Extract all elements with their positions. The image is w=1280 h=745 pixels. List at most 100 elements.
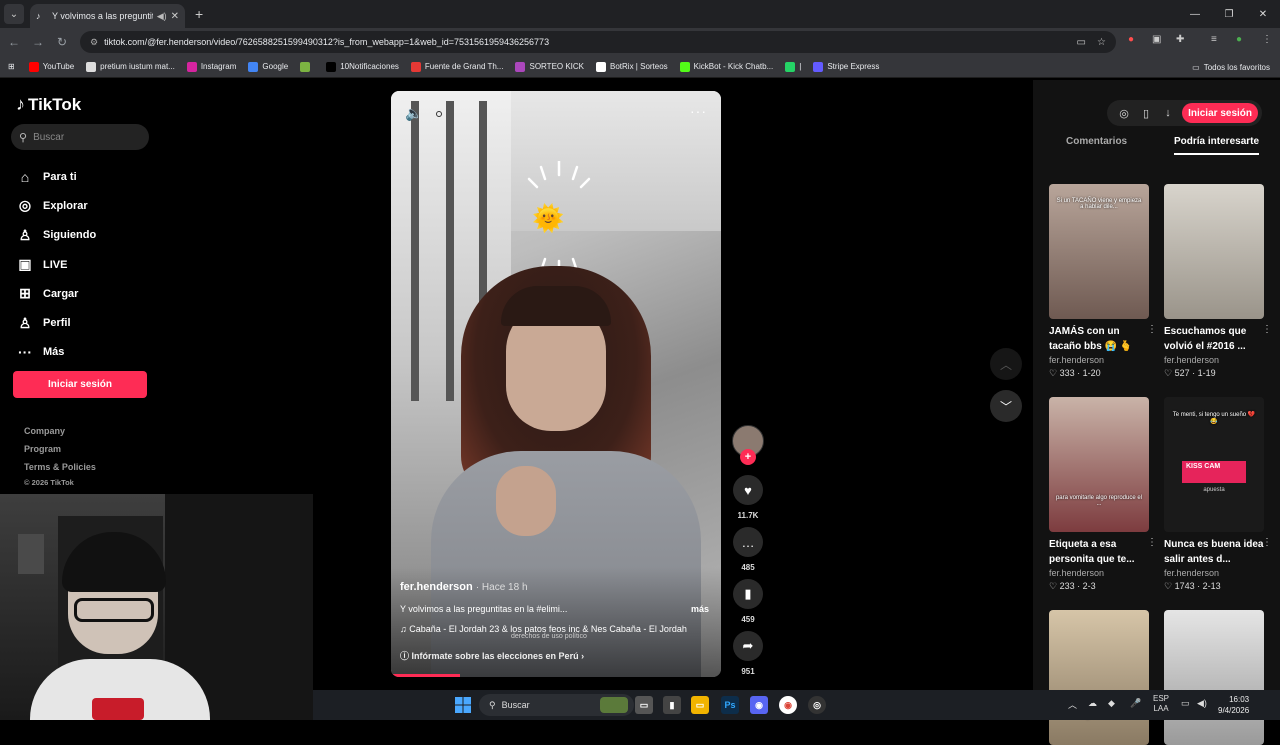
reload-button[interactable]: ↻ [50,35,74,49]
video-thumbnail[interactable]: Si un TACAÑO viene y empieza a hablar di… [1049,184,1149,319]
reading-list-icon[interactable]: ≡ [1211,34,1217,45]
url-bar[interactable]: ⚙ tiktok.com/@fer.henderson/video/762658… [80,31,1116,53]
windows-start-icon[interactable] [455,697,471,713]
forward-button[interactable]: → [26,35,50,49]
bookmark-item[interactable]: BotRix | Sorteos [596,61,668,72]
sidebar-item-siguiendo[interactable]: ♙ Siguiendo [16,221,96,250]
card-more-icon[interactable]: ⋮ [1262,537,1272,548]
tiktok-logo[interactable]: ♪ TikTok [16,94,81,115]
video-player[interactable]: 🌞 🔈 ··· fer.henderson · Hace 18 h Y volv… [391,91,721,677]
bookmark-item[interactable]: YouTube [28,61,74,72]
video-thumbnail[interactable] [1164,184,1264,319]
card-title[interactable]: Etiqueta a esa personita que te... [1049,537,1151,568]
coin-icon[interactable]: ◎ [1113,107,1135,120]
chrome-icon[interactable]: ◉ [779,696,797,714]
video-card[interactable]: Escuchamos que volvió el #2016 ... fer.he… [1164,184,1272,379]
footer-program-link[interactable]: Program [24,444,96,462]
tab-comments[interactable]: Comentarios [1066,136,1127,147]
bookmark-item[interactable]: 10Notificaciones [326,61,399,72]
card-author[interactable]: fer.henderson [1164,568,1266,578]
tray-overflow-icon[interactable]: ︿ [1068,698,1077,711]
restore-button[interactable]: ❐ [1212,0,1246,28]
bookmark-item[interactable]: | [785,61,801,72]
puzzle-extensions-icon[interactable]: ✚ [1176,34,1184,45]
video-thumbnail[interactable]: Yo en pleno partido reyendome... [1049,610,1149,745]
card-title[interactable]: Nunca es buena idea salir antes d... [1164,537,1266,568]
close-window-button[interactable]: ✕ [1246,0,1280,28]
site-info-icon[interactable]: ⚙ [90,37,98,48]
bookmark-item[interactable] [300,61,314,72]
volume-tray-icon[interactable]: ◀) [1197,698,1207,709]
video-card[interactable]: Si un TACAÑO viene y empieza a hablar di… [1049,184,1157,379]
browser-tab[interactable]: ♪ Y volvimos a las preguntitas en la #el… [30,4,185,28]
card-title[interactable]: Escuchamos que volvió el #2016 ... [1164,324,1266,355]
video-card[interactable]: Te menti, si tengo un sueño 💔😂 KISS CAM ap… [1164,397,1272,592]
card-title[interactable]: JAMÁS con un tacaño bbs 😭 🫰 [1049,324,1151,355]
bookmark-item[interactable]: Fuente de Grand Th... [410,61,503,72]
card-author[interactable]: fer.henderson [1049,355,1151,365]
card-more-icon[interactable]: ⋮ [1262,324,1272,335]
sidebar-item-más[interactable]: ··· Más [16,338,96,367]
apps-icon[interactable]: ⊞ [8,62,15,71]
video-card[interactable]: para vomitarle algo reproduce el ... Etiq… [1049,397,1157,592]
footer-company-link[interactable]: Company [24,426,96,444]
sidebar-item-perfil[interactable]: ♙ Perfil [16,308,96,337]
speaker-icon[interactable]: ◀) [157,11,167,22]
video-thumbnail[interactable]: Te menti, si tengo un sueño 💔😂 KISS CAM ap… [1164,397,1264,532]
bookmark-item[interactable]: SORTEO KICK [515,61,584,72]
tray-mic-icon[interactable]: 🎤 [1130,698,1141,709]
task-view-icon[interactable]: ▭ [635,696,653,714]
sidebar-item-para-ti[interactable]: ⌂ Para ti [16,162,96,191]
taskbar-search[interactable]: ⚲ Buscar [479,694,634,716]
app-icon[interactable]: ▮ [663,696,681,714]
tray-security-icon[interactable]: ◆ [1108,698,1115,709]
next-video-button[interactable]: ﹀ [990,390,1022,422]
card-author[interactable]: fer.henderson [1049,568,1151,578]
video-progress-bar[interactable] [391,674,461,677]
clock[interactable]: 16:03 9/4/2026 [1218,694,1249,716]
bookmark-item[interactable]: Google [248,61,288,72]
video-author[interactable]: fer.henderson · Hace 18 h [400,581,528,593]
install-icon[interactable]: ▭ [1077,37,1086,48]
bookmark-item[interactable]: Stripe Express [813,61,879,72]
right-login-button[interactable]: Iniciar sesión [1182,103,1258,123]
card-more-icon[interactable]: ⋮ [1147,537,1157,548]
video-thumbnail[interactable]: para vomitarle algo reproduce el ... [1049,397,1149,532]
sidebar-item-cargar[interactable]: ⊞ Cargar [16,279,96,308]
photoshop-icon[interactable]: Ps [721,696,739,714]
all-bookmarks[interactable]: ▭ Todos los favoritos [1192,56,1270,78]
phone-icon[interactable]: ▯ [1135,107,1157,120]
bookmark-item[interactable]: pretium iustum mat... [86,61,175,72]
extension-red-icon[interactable]: ● [1128,34,1134,45]
network-icon[interactable]: ▭ [1181,698,1190,709]
volume-icon[interactable]: 🔈 [405,105,422,122]
new-tab-button[interactable]: + [195,6,203,22]
election-info-link[interactable]: ⓘ Infórmate sobre las elecciones en Perú… [400,649,584,662]
follow-plus-icon[interactable]: + [740,449,756,465]
minimize-button[interactable]: — [1178,0,1212,28]
save-action[interactable]: ▮ 459 [730,579,766,624]
more-options-icon[interactable]: ··· [690,103,707,119]
back-button[interactable]: ← [2,35,26,49]
tab-search-button[interactable]: ⌄ [4,4,24,24]
discord-icon[interactable]: ◉ [750,696,768,714]
extension-icon[interactable]: ▣ [1152,34,1161,45]
chrome-menu-icon[interactable]: ⋮ [1262,34,1272,45]
download-icon[interactable]: ↓ [1157,107,1179,119]
language-indicator[interactable]: ESP LAA [1153,694,1169,714]
bookmark-item[interactable]: Instagram [186,61,236,72]
sidebar-item-explorar[interactable]: ◎ Explorar [16,191,96,220]
video-card[interactable] [1164,610,1266,745]
comment-action[interactable]: … 485 [730,527,766,572]
caption-more-button[interactable]: más [691,604,709,614]
bookmark-star-icon[interactable]: ☆ [1097,37,1106,48]
previous-video-button[interactable]: ︿ [990,348,1022,380]
sidebar-item-live[interactable]: ▣ LIVE [16,250,96,279]
like-action[interactable]: ♥ 11.7K [730,475,766,520]
file-explorer-icon[interactable]: ▭ [691,696,709,714]
video-thumbnail[interactable] [1164,610,1264,745]
card-author[interactable]: fer.henderson [1164,355,1266,365]
profile-avatar-icon[interactable]: ● [1236,34,1242,45]
login-button[interactable]: Iniciar sesión [13,371,147,398]
search-input[interactable]: ⚲ Buscar [11,124,149,150]
